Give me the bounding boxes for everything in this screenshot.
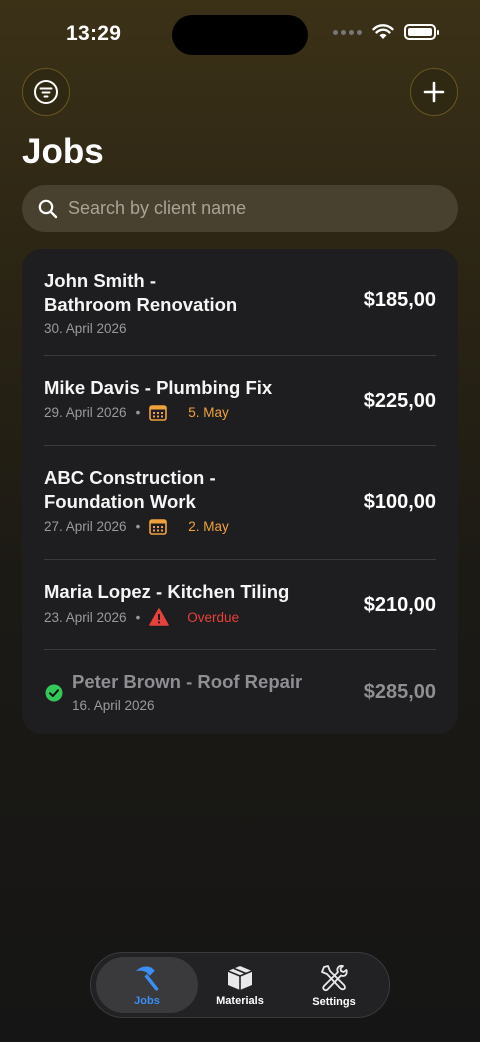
search-icon (38, 199, 58, 218)
dynamic-island (172, 15, 308, 55)
search-bar[interactable] (22, 185, 458, 232)
tab-jobs[interactable]: Jobs (96, 957, 198, 1013)
calendar-icon (149, 519, 168, 535)
page-title: Jobs (22, 132, 104, 171)
job-price: $285,00 (363, 681, 436, 703)
job-row[interactable]: Mike Davis - Plumbing Fix 29. April 2026… (44, 376, 436, 436)
job-price: $185,00 (363, 289, 436, 311)
divider (44, 559, 436, 560)
divider (44, 445, 436, 446)
calendar-icon (149, 405, 168, 421)
job-date: 23. April 2026 (44, 609, 127, 625)
job-date: 27. April 2026 (44, 519, 127, 534)
job-row[interactable]: ABC Construction - Foundation Work 27. A… (44, 466, 436, 546)
job-meta: 27. April 2026 • 2. May (44, 518, 436, 535)
job-row[interactable]: Peter Brown - Roof Repair 16. April 2026… (72, 670, 436, 720)
job-price: $100,00 (363, 491, 436, 513)
box-icon (227, 965, 253, 990)
tab-label: Materials (216, 994, 264, 1007)
divider (44, 355, 436, 356)
battery-icon (404, 24, 439, 40)
separator-dot: • (135, 519, 141, 534)
due-date: 2. May (188, 519, 229, 534)
job-date: 29. April 2026 (44, 405, 127, 420)
overdue-label: Overdue (187, 609, 240, 625)
tab-label: Settings (312, 995, 356, 1008)
job-row[interactable]: Maria Lopez - Kitchen Tiling 23. April 2… (44, 580, 436, 640)
tab-materials[interactable]: Materials (190, 957, 290, 1013)
job-date: 16. April 2026 (72, 698, 155, 713)
warning-icon (149, 608, 170, 626)
status-icons (333, 24, 439, 40)
due-date: 5. May (188, 405, 229, 420)
wifi-icon (372, 24, 394, 39)
separator-dot: • (135, 405, 141, 420)
completed-check-icon (45, 684, 63, 702)
tab-bar: Jobs Materials Settings (90, 952, 390, 1018)
status-bar: 13:29 (0, 0, 480, 70)
job-price: $225,00 (363, 390, 436, 412)
filter-button[interactable] (22, 68, 70, 116)
job-date: 30. April 2026 (44, 321, 127, 336)
separator-dot: • (135, 609, 141, 625)
tab-label: Jobs (134, 994, 160, 1007)
jobs-list: John Smith - Bathroom Renovation 30. Apr… (22, 249, 458, 734)
job-meta: 30. April 2026 (44, 321, 436, 336)
plus-icon (423, 81, 445, 103)
divider (44, 649, 436, 650)
hammer-icon (136, 966, 159, 991)
search-input[interactable] (68, 198, 428, 219)
status-time: 13:29 (66, 22, 122, 45)
add-job-button[interactable] (410, 68, 458, 116)
filter-icon (34, 80, 58, 104)
job-price: $210,00 (363, 594, 436, 616)
tab-settings[interactable]: Settings (284, 957, 384, 1013)
tools-icon (321, 964, 348, 991)
job-row[interactable]: John Smith - Bathroom Renovation 30. Apr… (44, 269, 436, 357)
signal-icon (333, 29, 362, 35)
